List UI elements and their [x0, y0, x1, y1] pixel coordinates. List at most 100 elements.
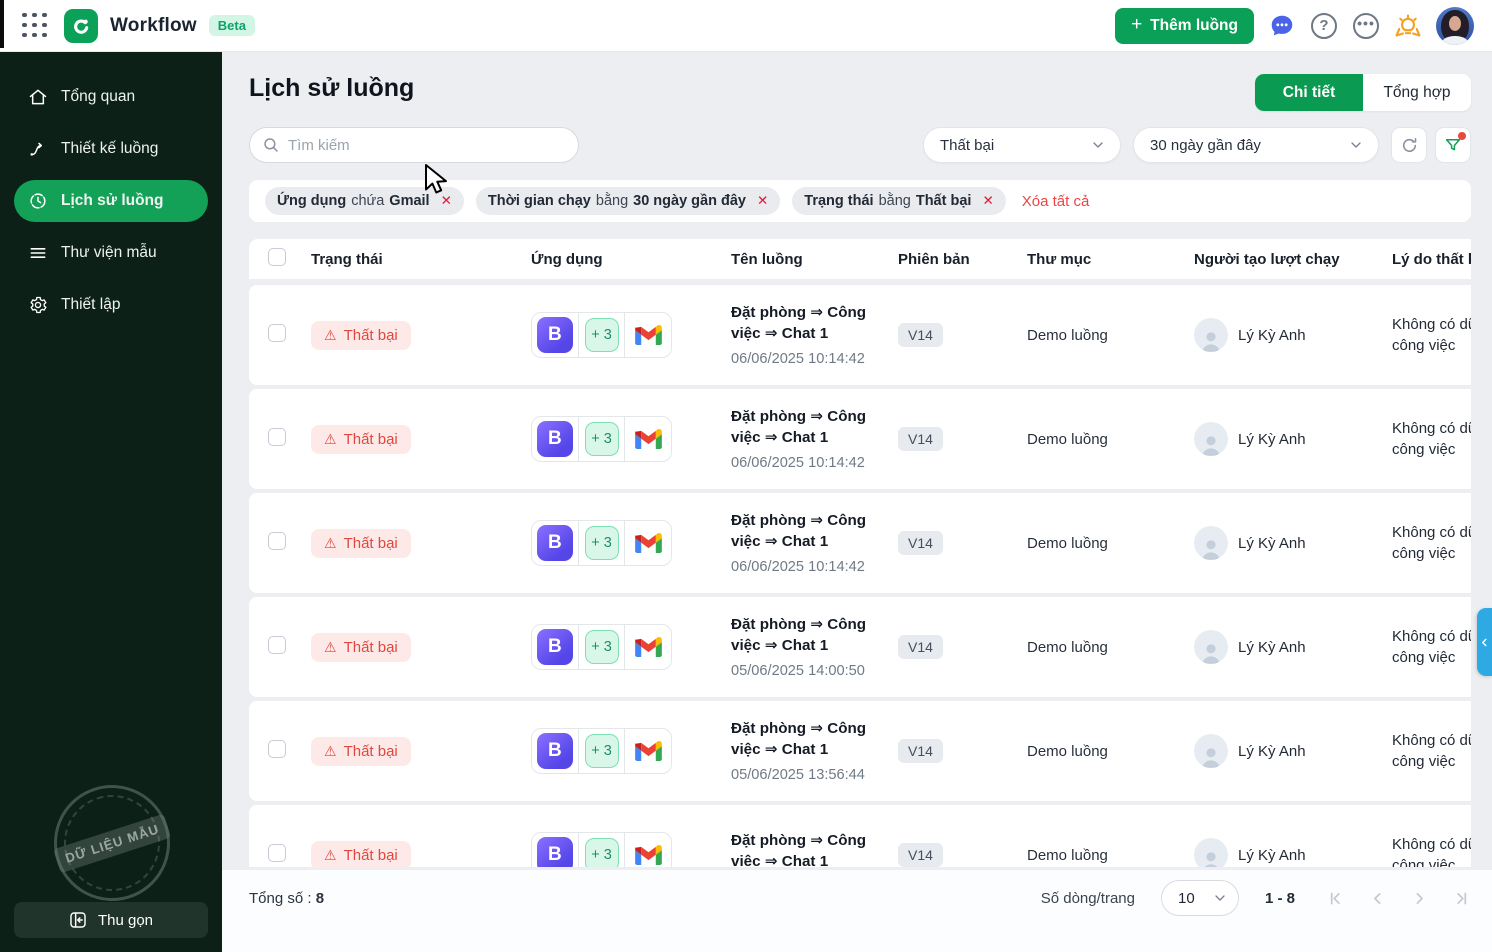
tab-detail[interactable]: Chi tiết	[1255, 74, 1363, 111]
chevron-down-icon	[1212, 890, 1228, 906]
base-app-icon: B	[537, 837, 573, 867]
run-datetime: 06/06/2025 10:14:42	[731, 351, 898, 367]
flow-name: Đặt phòng ⇒ Công việc ⇒ Chat 1	[731, 831, 883, 867]
status-filter-dropdown[interactable]: Thất bại	[923, 127, 1121, 163]
row-checkbox[interactable]	[268, 844, 286, 862]
add-flow-button[interactable]: + Thêm luồng	[1115, 8, 1254, 44]
column-header-status: Trạng thái	[311, 251, 531, 268]
row-checkbox[interactable]	[268, 428, 286, 446]
whats-new-icon[interactable]	[1394, 12, 1422, 40]
table-row[interactable]: Thất bại B + 3 Đặt phòng ⇒ Công việc ⇒ C…	[249, 493, 1471, 593]
select-all-checkbox[interactable]	[268, 248, 286, 266]
folder-name: Demo luồng	[1027, 431, 1194, 448]
date-range-dropdown[interactable]: 30 ngày gần đây	[1133, 127, 1379, 163]
more-apps-badge: + 3	[585, 422, 619, 456]
app-launcher-icon[interactable]	[22, 13, 48, 39]
table-body: Thất bại B + 3 Đặt phòng ⇒ Công việc ⇒ C…	[249, 285, 1471, 867]
row-checkbox[interactable]	[268, 740, 286, 758]
sidebar-item-flow-design[interactable]: Thiết kế luồng	[14, 128, 208, 170]
gmail-icon	[635, 325, 662, 345]
sidebar-item-label: Thiết kế luồng	[61, 140, 158, 158]
sidebar-item-template-library[interactable]: Thư viện mẫu	[14, 232, 208, 274]
remove-filter-icon[interactable]	[441, 193, 452, 209]
creator-avatar	[1194, 838, 1228, 867]
topbar: Workflow Beta + Thêm luồng ? •••	[0, 0, 1492, 52]
help-icon[interactable]: ?	[1310, 12, 1338, 40]
clear-all-filters-link[interactable]: Xóa tất cả	[1022, 193, 1090, 210]
run-datetime: 06/06/2025 10:14:42	[731, 559, 898, 575]
app-icons-group: B + 3	[531, 416, 672, 462]
status-badge: Thất bại	[311, 425, 411, 454]
first-page-button[interactable]	[1325, 888, 1345, 908]
status-badge: Thất bại	[311, 737, 411, 766]
app-icons-group: B + 3	[531, 728, 672, 774]
app-icons-group: B + 3	[531, 312, 672, 358]
creator-avatar	[1194, 734, 1228, 768]
chevron-down-icon	[1090, 137, 1106, 153]
version-badge: V14	[898, 531, 943, 555]
column-header-flow-name: Tên luồng	[731, 251, 898, 268]
sidebar-item-label: Tổng quan	[61, 88, 135, 106]
creator-avatar	[1194, 630, 1228, 664]
row-checkbox[interactable]	[268, 324, 286, 342]
base-app-icon: B	[537, 421, 573, 457]
filter-chip-runtime[interactable]: Thời gian chạybằng30 ngày gần đây	[476, 187, 780, 215]
filter-chip-status[interactable]: Trạng tháibằngThất bại	[792, 187, 1005, 215]
prev-page-button[interactable]	[1367, 888, 1387, 908]
flow-history-table: Trạng thái Ứng dụng Tên luồng Phiên bản …	[249, 239, 1471, 867]
collapse-sidebar-button[interactable]: Thu gọn	[14, 902, 208, 938]
fail-reason: Không có dữ liệu công việc	[1392, 418, 1471, 460]
filter-button[interactable]	[1435, 127, 1471, 163]
remove-filter-icon[interactable]	[757, 193, 768, 209]
table-row[interactable]: Thất bại B + 3 Đặt phòng ⇒ Công việc ⇒ C…	[249, 285, 1471, 385]
gmail-icon	[635, 637, 662, 657]
more-options-icon[interactable]: •••	[1352, 12, 1380, 40]
creator-name: Lý Kỳ Anh	[1238, 535, 1306, 552]
fail-reason: Không có dữ liệu công việc	[1392, 314, 1471, 356]
sidebar-item-flow-history[interactable]: Lịch sử luồng	[14, 180, 208, 222]
next-page-button[interactable]	[1409, 888, 1429, 908]
screen-edge-artifact	[0, 0, 4, 48]
more-apps-badge: + 3	[585, 630, 619, 664]
gmail-icon	[635, 533, 662, 553]
more-apps-badge: + 3	[585, 838, 619, 867]
filter-active-dot	[1458, 132, 1466, 140]
creator-name: Lý Kỳ Anh	[1238, 743, 1306, 760]
chat-support-icon[interactable]	[1268, 12, 1296, 40]
sidebar-item-settings[interactable]: Thiết lập	[14, 284, 208, 326]
side-panel-handle[interactable]	[1477, 608, 1492, 676]
search-input[interactable]	[249, 127, 579, 163]
flow-name: Đặt phòng ⇒ Công việc ⇒ Chat 1	[731, 407, 883, 448]
table-row[interactable]: Thất bại B + 3 Đặt phòng ⇒ Công việc ⇒ C…	[249, 805, 1471, 867]
gmail-icon	[635, 845, 662, 865]
base-app-icon: B	[537, 629, 573, 665]
chevron-left-icon	[1480, 638, 1489, 647]
user-avatar[interactable]	[1436, 7, 1474, 45]
creator-avatar	[1194, 526, 1228, 560]
filter-chip-app[interactable]: Ứng dụngchứaGmail	[265, 187, 464, 215]
table-row[interactable]: Thất bại B + 3 Đặt phòng ⇒ Công việc ⇒ C…	[249, 701, 1471, 801]
folder-name: Demo luồng	[1027, 847, 1194, 864]
column-header-fail-reason: Lý do thất bại	[1392, 251, 1471, 268]
plus-icon: +	[1131, 15, 1142, 34]
table-row[interactable]: Thất bại B + 3 Đặt phòng ⇒ Công việc ⇒ C…	[249, 389, 1471, 489]
row-checkbox[interactable]	[268, 532, 286, 550]
sidebar: Tổng quan Thiết kế luồng Lịch sử luồng T…	[0, 52, 222, 952]
rows-per-page-dropdown[interactable]: 10	[1161, 880, 1239, 916]
sidebar-item-overview[interactable]: Tổng quan	[14, 76, 208, 118]
more-apps-badge: + 3	[585, 318, 619, 352]
warning-icon	[324, 639, 337, 656]
warning-icon	[324, 535, 337, 552]
status-badge: Thất bại	[311, 633, 411, 662]
row-checkbox[interactable]	[268, 636, 286, 654]
active-filters-bar: Ứng dụngchứaGmail Thời gian chạybằng30 n…	[249, 180, 1471, 222]
more-apps-badge: + 3	[585, 734, 619, 768]
refresh-button[interactable]	[1391, 127, 1427, 163]
remove-filter-icon[interactable]	[982, 193, 993, 209]
tab-summary[interactable]: Tổng hợp	[1363, 74, 1471, 111]
status-badge: Thất bại	[311, 529, 411, 558]
last-page-button[interactable]	[1451, 888, 1471, 908]
table-row[interactable]: Thất bại B + 3 Đặt phòng ⇒ Công việc ⇒ C…	[249, 597, 1471, 697]
flow-design-icon	[28, 139, 48, 159]
home-icon	[28, 87, 48, 107]
